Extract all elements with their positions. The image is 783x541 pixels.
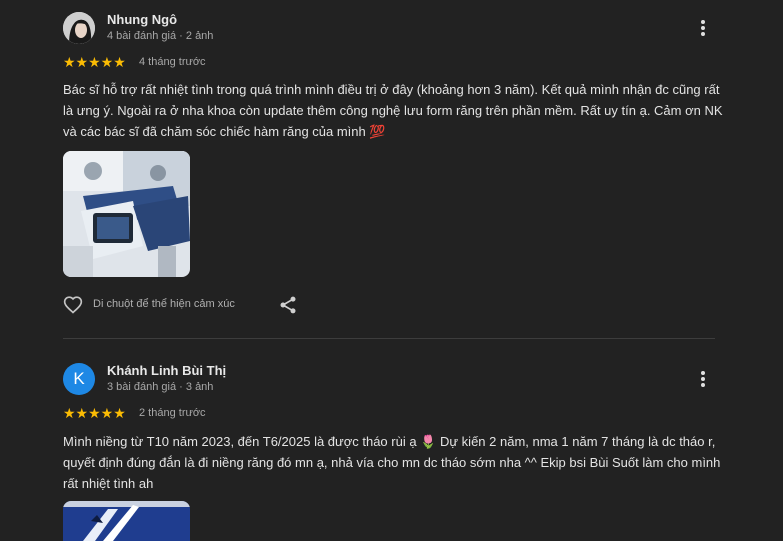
star-rating: ★★★★★	[63, 405, 126, 421]
more-options-icon[interactable]	[695, 17, 711, 39]
review-photo[interactable]	[63, 151, 190, 277]
review-time: 4 tháng trước	[139, 56, 206, 68]
clinic-logo-photo	[63, 501, 190, 541]
like-heart-icon[interactable]	[63, 295, 83, 315]
like-label: Di chuột để thể hiện cảm xúc	[93, 298, 235, 310]
reviewer-meta: 4 bài đánh giá · 2 ảnh	[107, 30, 214, 42]
review-text: Mình niềng từ T10 năm 2023, đến T6/2025 …	[63, 434, 721, 491]
star-rating: ★★★★★	[63, 54, 126, 70]
review-text: Bác sĩ hỗ trợ rất nhiệt tình trong quá t…	[63, 82, 723, 139]
avatar[interactable]	[63, 12, 95, 44]
review-time: 2 tháng trước	[139, 407, 206, 419]
review-photo[interactable]	[63, 501, 190, 541]
reviewer-name[interactable]: Khánh Linh Bùi Thị	[107, 363, 226, 378]
share-icon[interactable]	[278, 295, 298, 315]
reviewer-name[interactable]: Nhung Ngô	[107, 12, 177, 27]
review-divider	[63, 338, 715, 339]
reviewer-meta: 3 bài đánh giá · 3 ảnh	[107, 381, 214, 393]
more-options-icon[interactable]	[695, 368, 711, 390]
profile-photo-icon	[63, 12, 95, 44]
avatar[interactable]: K	[63, 363, 95, 395]
dental-chair-photo	[63, 151, 190, 277]
